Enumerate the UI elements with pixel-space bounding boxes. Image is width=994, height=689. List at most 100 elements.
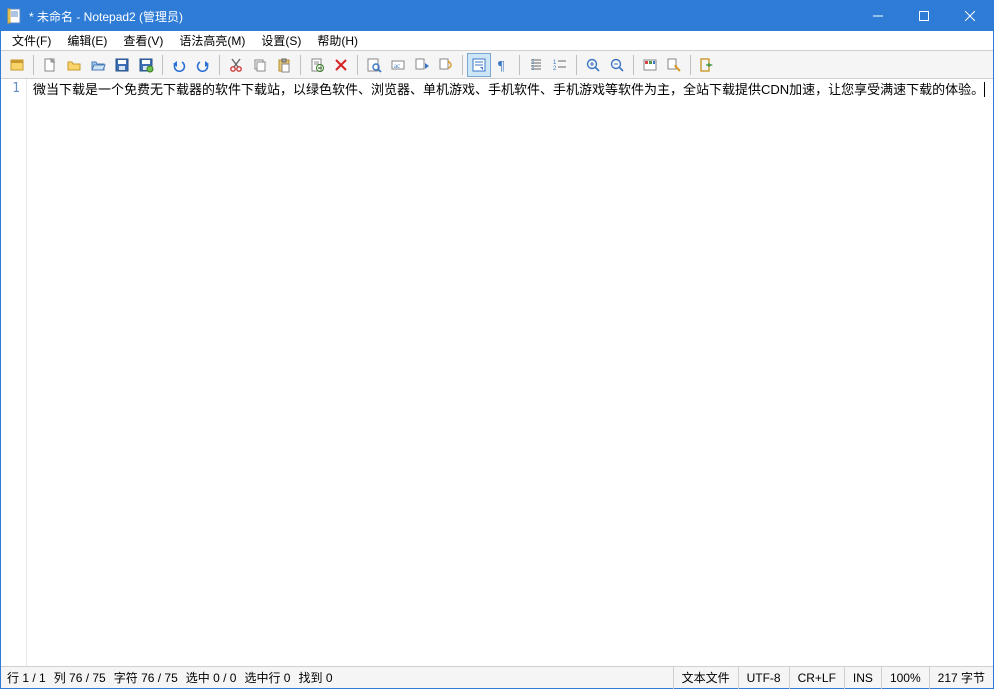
tb-zoom-in[interactable] [581, 53, 605, 77]
toolbar: ac ¶ 12 [1, 51, 993, 79]
editor-content[interactable]: 微当下载是一个免费无下载器的软件下载站，以绿色软件、浏览器、单机游戏、手机软件、… [27, 79, 993, 666]
tb-word-wrap[interactable] [467, 53, 491, 77]
tb-new-file[interactable] [38, 53, 62, 77]
maximize-icon [919, 11, 929, 21]
close-icon [965, 11, 975, 21]
tb-find-next[interactable] [410, 53, 434, 77]
tb-save[interactable] [110, 53, 134, 77]
pilcrow-icon: ¶ [495, 57, 511, 73]
minimize-button[interactable] [855, 1, 901, 31]
status-size[interactable]: 217 字节 [929, 667, 993, 689]
tb-sep [162, 55, 163, 75]
undo-icon [171, 57, 187, 73]
editor-text: 微当下载是一个免费无下载器的软件下载站，以绿色软件、浏览器、单机游戏、手机软件、… [33, 82, 984, 97]
tb-sep [219, 55, 220, 75]
titlebar: * 未命名 - Notepad2 (管理员) [1, 1, 993, 31]
cut-icon [228, 57, 244, 73]
close-button[interactable] [947, 1, 993, 31]
status-filetype[interactable]: 文本文件 [673, 667, 738, 689]
indent-guide-icon [528, 57, 544, 73]
editor-area: 1 微当下载是一个免费无下载器的软件下载站，以绿色软件、浏览器、单机游戏、手机软… [1, 79, 993, 666]
tb-cut[interactable] [224, 53, 248, 77]
tb-copy[interactable] [248, 53, 272, 77]
zoom-out-icon [609, 57, 625, 73]
tb-line-numbers[interactable]: 12 [548, 53, 572, 77]
tb-open[interactable] [62, 53, 86, 77]
status-right: 文本文件 UTF-8 CR+LF INS 100% 217 字节 [673, 667, 993, 689]
status-matches[interactable]: 找到 0 [294, 669, 336, 686]
tb-customize[interactable] [662, 53, 686, 77]
tb-sep [690, 55, 691, 75]
tb-sep [462, 55, 463, 75]
replace-icon [438, 57, 454, 73]
paste-icon [276, 57, 292, 73]
tb-whitespace[interactable]: ¶ [491, 53, 515, 77]
tb-exit[interactable] [695, 53, 719, 77]
redo-icon [195, 57, 211, 73]
tb-new-window[interactable] [5, 53, 29, 77]
maximize-button[interactable] [901, 1, 947, 31]
tb-sep [519, 55, 520, 75]
tb-indent-guide[interactable] [524, 53, 548, 77]
menu-settings[interactable]: 设置(S) [254, 31, 308, 50]
tb-sep [357, 55, 358, 75]
save-as-icon [138, 57, 154, 73]
find-word-icon: ac [390, 57, 406, 73]
tb-history[interactable] [86, 53, 110, 77]
copy-icon [252, 57, 268, 73]
tb-sep [633, 55, 634, 75]
status-line[interactable]: 行 1 / 1 [3, 669, 50, 686]
tb-syntax-scheme[interactable] [638, 53, 662, 77]
tb-sep [300, 55, 301, 75]
minimize-icon [873, 11, 883, 21]
menubar: 文件(F) 编辑(E) 查看(V) 语法高亮(M) 设置(S) 帮助(H) [1, 31, 993, 51]
status-ovr[interactable]: INS [844, 667, 881, 689]
status-sel[interactable]: 选中 0 / 0 [182, 669, 241, 686]
find-icon [366, 57, 382, 73]
new-file-icon [42, 57, 58, 73]
new-window-icon [9, 57, 25, 73]
status-encoding[interactable]: UTF-8 [738, 667, 789, 689]
tb-redo[interactable] [191, 53, 215, 77]
tb-paste[interactable] [272, 53, 296, 77]
exit-icon [699, 57, 715, 73]
menu-file[interactable]: 文件(F) [5, 31, 58, 50]
status-char[interactable]: 字符 76 / 75 [110, 669, 182, 686]
status-left: 行 1 / 1 列 76 / 75 字符 76 / 75 选中 0 / 0 选中… [1, 669, 337, 686]
svg-text:ac: ac [394, 62, 400, 70]
window-title: * 未命名 - Notepad2 (管理员) [29, 8, 183, 25]
palette-icon [642, 57, 658, 73]
tb-save-as[interactable] [134, 53, 158, 77]
tb-sep [33, 55, 34, 75]
tb-undo[interactable] [167, 53, 191, 77]
status-eol[interactable]: CR+LF [789, 667, 844, 689]
customize-icon [666, 57, 682, 73]
tb-replace[interactable] [434, 53, 458, 77]
menu-edit[interactable]: 编辑(E) [60, 31, 114, 50]
open-folder-icon [66, 57, 82, 73]
line-number: 1 [1, 81, 20, 96]
save-icon [114, 57, 130, 73]
folder-open-icon [90, 57, 106, 73]
tb-find[interactable] [362, 53, 386, 77]
menu-syntax[interactable]: 语法高亮(M) [172, 31, 252, 50]
app-window: * 未命名 - Notepad2 (管理员) 文件(F) 编辑(E) 查看(V)… [0, 0, 994, 689]
app-icon [7, 8, 23, 24]
text-caret [984, 82, 985, 97]
tb-zoom-out[interactable] [605, 53, 629, 77]
line-numbers-icon: 12 [552, 57, 568, 73]
tb-find-word[interactable]: ac [386, 53, 410, 77]
menu-view[interactable]: 查看(V) [116, 31, 170, 50]
status-zoom[interactable]: 100% [881, 667, 929, 689]
tb-sep [576, 55, 577, 75]
tb-delete[interactable] [329, 53, 353, 77]
delete-icon [333, 57, 349, 73]
line-gutter: 1 [1, 79, 27, 666]
tb-delete-line[interactable] [305, 53, 329, 77]
zoom-in-icon [585, 57, 601, 73]
window-controls [855, 1, 993, 31]
menu-help[interactable]: 帮助(H) [310, 31, 365, 50]
svg-text:2: 2 [553, 66, 557, 72]
status-sel-line[interactable]: 选中行 0 [240, 669, 294, 686]
status-col[interactable]: 列 76 / 75 [50, 669, 110, 686]
